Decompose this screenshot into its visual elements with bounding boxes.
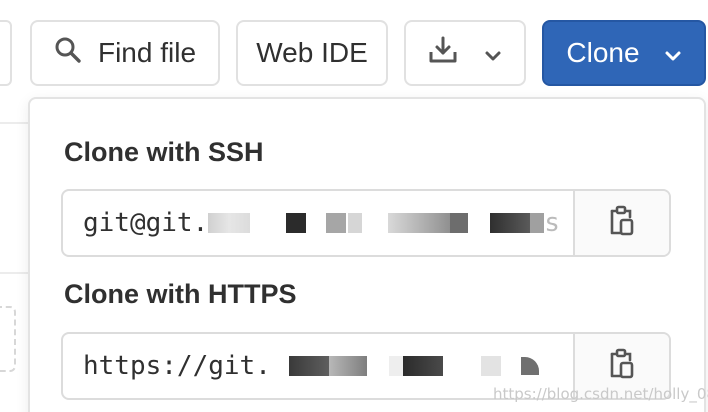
clipboard-icon xyxy=(609,205,635,242)
copy-ssh-url-button[interactable] xyxy=(573,191,669,255)
partial-button[interactable] xyxy=(0,20,12,86)
redacted-text xyxy=(530,213,545,233)
redacted-text xyxy=(388,213,451,233)
ssh-url-value[interactable]: git@git. s xyxy=(63,191,573,255)
download-button[interactable] xyxy=(404,20,526,86)
redacted-text xyxy=(326,213,347,233)
redacted-text xyxy=(450,213,469,233)
https-url-text: https://git xyxy=(83,351,256,381)
search-icon xyxy=(54,36,82,71)
find-file-button[interactable]: Find file xyxy=(30,20,220,86)
ssh-section-title: Clone with SSH xyxy=(64,137,264,167)
web-ide-button[interactable]: Web IDE xyxy=(236,20,388,86)
repository-header: Find file Web IDE Clone Clone with SSH g… xyxy=(0,0,708,412)
redacted-text xyxy=(328,356,367,376)
redacted-text xyxy=(288,356,329,376)
ssh-url-field[interactable]: git@git. s xyxy=(61,189,671,257)
redacted-text xyxy=(490,213,531,233)
ssh-url-tail: s xyxy=(544,208,560,238)
redacted-text xyxy=(286,213,307,233)
watermark: https://blog.csdn.net/holly_08 xyxy=(493,385,708,403)
redacted-text xyxy=(520,357,539,375)
redacted-text xyxy=(348,213,363,233)
ssh-url-text: git@git. xyxy=(83,208,209,238)
clipboard-icon xyxy=(609,348,635,385)
https-url-tail: . xyxy=(255,351,271,381)
download-icon xyxy=(428,35,458,72)
web-ide-label: Web IDE xyxy=(256,37,368,68)
redacted-text xyxy=(402,356,443,376)
https-section-title: Clone with HTTPS xyxy=(64,279,297,309)
redacted-text xyxy=(480,356,501,376)
redacted-text xyxy=(250,213,280,233)
clone-label: Clone xyxy=(566,37,640,68)
redacted-text xyxy=(388,356,403,376)
redacted-text xyxy=(208,213,251,233)
chevron-down-icon xyxy=(664,37,682,69)
find-file-label: Find file xyxy=(97,37,197,68)
dashed-placeholder xyxy=(0,306,16,372)
chevron-down-icon xyxy=(484,37,502,69)
redacted-text xyxy=(271,356,289,376)
clone-button[interactable]: Clone xyxy=(542,20,706,86)
clone-dropdown: Clone with SSH git@git. s Clone with HTT… xyxy=(28,97,706,412)
